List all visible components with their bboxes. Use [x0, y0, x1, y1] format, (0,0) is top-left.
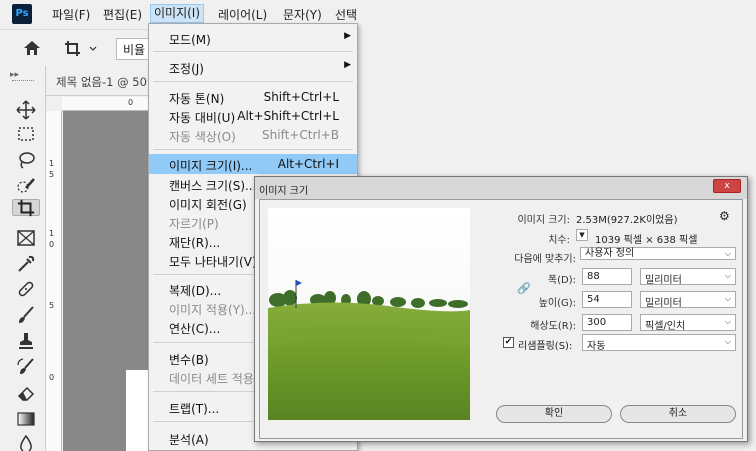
settings-gear-icon[interactable]: ⚙: [719, 209, 730, 223]
dialog-titlebar[interactable]: 이미지 크기 x: [255, 177, 747, 199]
lasso-tool-icon[interactable]: [12, 148, 40, 172]
eraser-tool-icon[interactable]: [12, 381, 40, 405]
image-size-label: 이미지 크기:: [517, 215, 570, 226]
eyedropper-tool-icon[interactable]: [12, 252, 40, 276]
marquee-tool-icon[interactable]: [12, 122, 40, 146]
menu-file[interactable]: 파일(F): [52, 6, 90, 23]
move-tool-icon[interactable]: [12, 98, 40, 122]
blur-tool-icon[interactable]: [12, 432, 40, 451]
menu-image[interactable]: 이미지(I): [150, 4, 205, 23]
dimensions-label: 치수:: [548, 235, 570, 246]
crop-tool-preset-icon[interactable]: [64, 39, 104, 59]
panel-grip[interactable]: [12, 80, 34, 83]
tools-panel: ▸▸: [0, 66, 46, 451]
resolution-label: 해상도(R):: [530, 321, 576, 332]
brush-tool-icon[interactable]: [12, 303, 40, 327]
image-size-dialog: 이미지 크기 x 이미지 크기: 2.53M(927.2K이었음) ⚙ 치수: …: [254, 176, 748, 442]
dialog-title: 이미지 크기: [259, 186, 309, 197]
dimensions-dropdown-icon[interactable]: ▼: [576, 229, 588, 241]
stamp-tool-icon[interactable]: [12, 329, 40, 353]
menu-item-adjustments[interactable]: 조정(J) ▶: [149, 57, 357, 77]
quick-select-tool-icon[interactable]: [12, 174, 40, 198]
fit-to-label: 다음에 맞추기:: [514, 254, 576, 265]
document-tab[interactable]: 제목 없음-1 @ 50: [46, 66, 150, 96]
resample-select[interactable]: 자동 ⌵: [582, 334, 736, 352]
height-field[interactable]: 54: [582, 291, 632, 308]
menu-item-auto-contrast[interactable]: 자동 대비(U) Alt+Shift+Ctrl+L: [149, 106, 357, 126]
width-unit-select[interactable]: 밀리미터 ⌵: [640, 268, 736, 286]
menu-item-image-size[interactable]: 이미지 크기(I)... Alt+Ctrl+I: [149, 154, 357, 174]
ruler-label: 0: [49, 373, 55, 382]
crop-tool-icon[interactable]: [12, 199, 40, 216]
image-preview[interactable]: [268, 208, 470, 420]
fit-to-select[interactable]: 사용자 정의 ⌵: [580, 247, 736, 260]
ruler-vertical: 1 5 1 0 5 0: [46, 111, 62, 451]
home-icon[interactable]: [22, 38, 44, 58]
menu-type[interactable]: 문자(Y): [283, 6, 322, 23]
dimensions-value: 1039 픽셀 × 638 픽셀: [595, 235, 698, 246]
frame-tool-icon[interactable]: [12, 226, 40, 250]
resolution-unit-select[interactable]: 픽셀/인치 ⌵: [640, 314, 736, 332]
gradient-tool-icon[interactable]: [12, 407, 40, 431]
photoshop-logo: Ps: [12, 4, 32, 24]
resolution-field[interactable]: 300: [582, 314, 632, 331]
document-canvas[interactable]: [126, 370, 150, 451]
close-icon[interactable]: x: [713, 179, 741, 193]
submenu-arrow-icon: ▶: [344, 31, 351, 41]
ruler-horizontal: 0: [62, 97, 150, 111]
ok-button[interactable]: 확인: [496, 405, 612, 423]
height-unit-select[interactable]: 밀리미터 ⌵: [640, 291, 736, 309]
menu-layer[interactable]: 레이어(L): [218, 6, 267, 23]
ruler-label: 0: [128, 98, 134, 107]
document-tab-title: 제목 없음-1 @ 50: [56, 75, 147, 89]
image-size-value: 2.53M(927.2K이었음): [576, 215, 678, 226]
width-field[interactable]: 88: [582, 268, 632, 285]
menu-item-auto-tone[interactable]: 자동 톤(N) Shift+Ctrl+L: [149, 87, 357, 107]
collapse-icon[interactable]: ▸▸: [10, 70, 19, 80]
ruler-label: 1: [49, 229, 55, 238]
resample-checkbox[interactable]: ✔: [503, 337, 514, 348]
menu-select[interactable]: 선택: [335, 6, 357, 23]
healing-brush-icon[interactable]: [12, 277, 40, 301]
cancel-button[interactable]: 취소: [620, 405, 736, 423]
menu-item-mode[interactable]: 모드(M) ▶: [149, 28, 357, 48]
menu-edit[interactable]: 편집(E): [103, 6, 142, 23]
ruler-label: 5: [49, 170, 55, 179]
ruler-label: 0: [49, 240, 55, 249]
menu-item-auto-color: 자동 색상(O) Shift+Ctrl+B: [169, 128, 339, 144]
height-label: 높이(G):: [538, 298, 576, 309]
submenu-arrow-icon: ▶: [344, 60, 351, 70]
options-bar: 비율: [0, 29, 154, 66]
history-brush-icon[interactable]: [12, 355, 40, 379]
dialog-body: 이미지 크기: 2.53M(927.2K이었음) ⚙ 치수: ▼ 1039 픽셀…: [259, 199, 743, 439]
ruler-label: 5: [49, 301, 55, 310]
ruler-label: 1: [49, 159, 55, 168]
resample-label: 리샘플링(S):: [518, 341, 573, 352]
